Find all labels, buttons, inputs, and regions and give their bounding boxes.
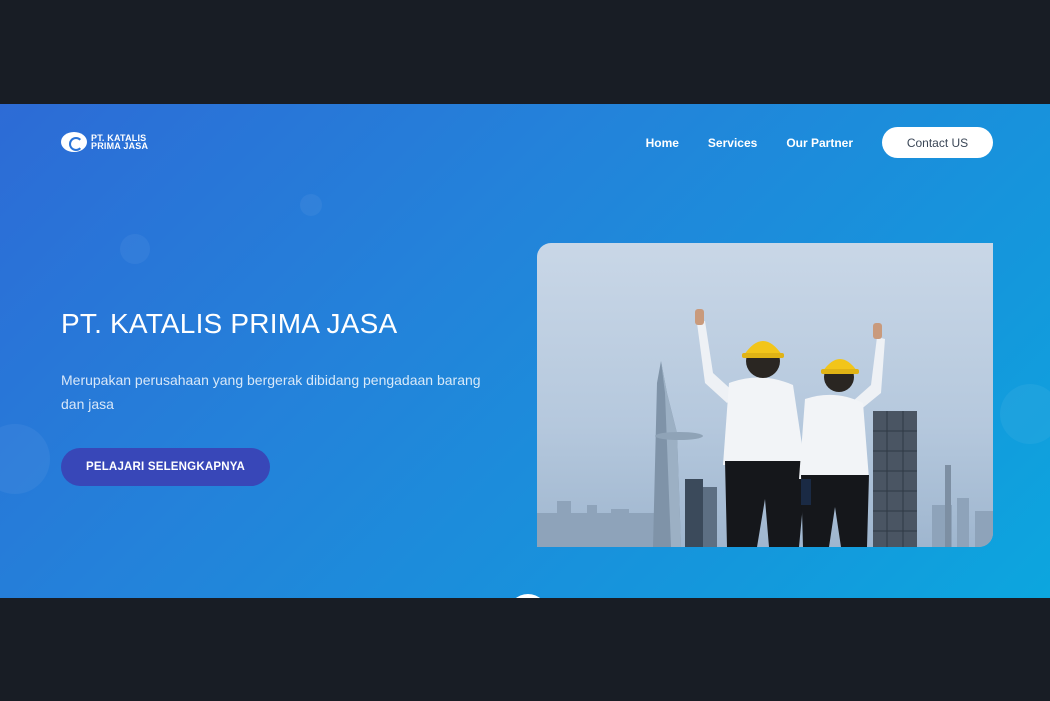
decorative-bubble bbox=[300, 194, 322, 216]
decorative-bubble bbox=[1000, 384, 1050, 444]
hero-title: PT. KATALIS PRIMA JASA bbox=[61, 308, 398, 339]
nav-home[interactable]: Home bbox=[646, 136, 679, 150]
learn-more-button[interactable]: PELAJARI SELENGKAPNYA bbox=[61, 448, 270, 486]
main-nav: Home Services Our Partner Contact US bbox=[646, 127, 993, 158]
engineers-skyline-illustration bbox=[537, 243, 993, 547]
nav-our-partner[interactable]: Our Partner bbox=[786, 136, 853, 150]
brand-logo[interactable]: PT. KATALIS PRIMA JASA bbox=[61, 132, 148, 152]
logo-line-2: PRIMA JASA bbox=[91, 141, 149, 151]
contact-us-button[interactable]: Contact US bbox=[882, 127, 993, 158]
logo-icon bbox=[61, 132, 87, 152]
page-backdrop-bottom bbox=[0, 598, 1050, 701]
nav-services[interactable]: Services bbox=[708, 136, 757, 150]
hero-section: PT. KATALIS PRIMA JASA Home Services Our… bbox=[0, 104, 1050, 598]
hero-subtitle: Merupakan perusahaan yang bergerak dibid… bbox=[61, 372, 481, 412]
decorative-bubble bbox=[120, 234, 150, 264]
hero-image bbox=[537, 243, 993, 547]
decorative-bubble bbox=[0, 424, 50, 494]
logo-text: PT. KATALIS PRIMA JASA bbox=[91, 134, 149, 151]
